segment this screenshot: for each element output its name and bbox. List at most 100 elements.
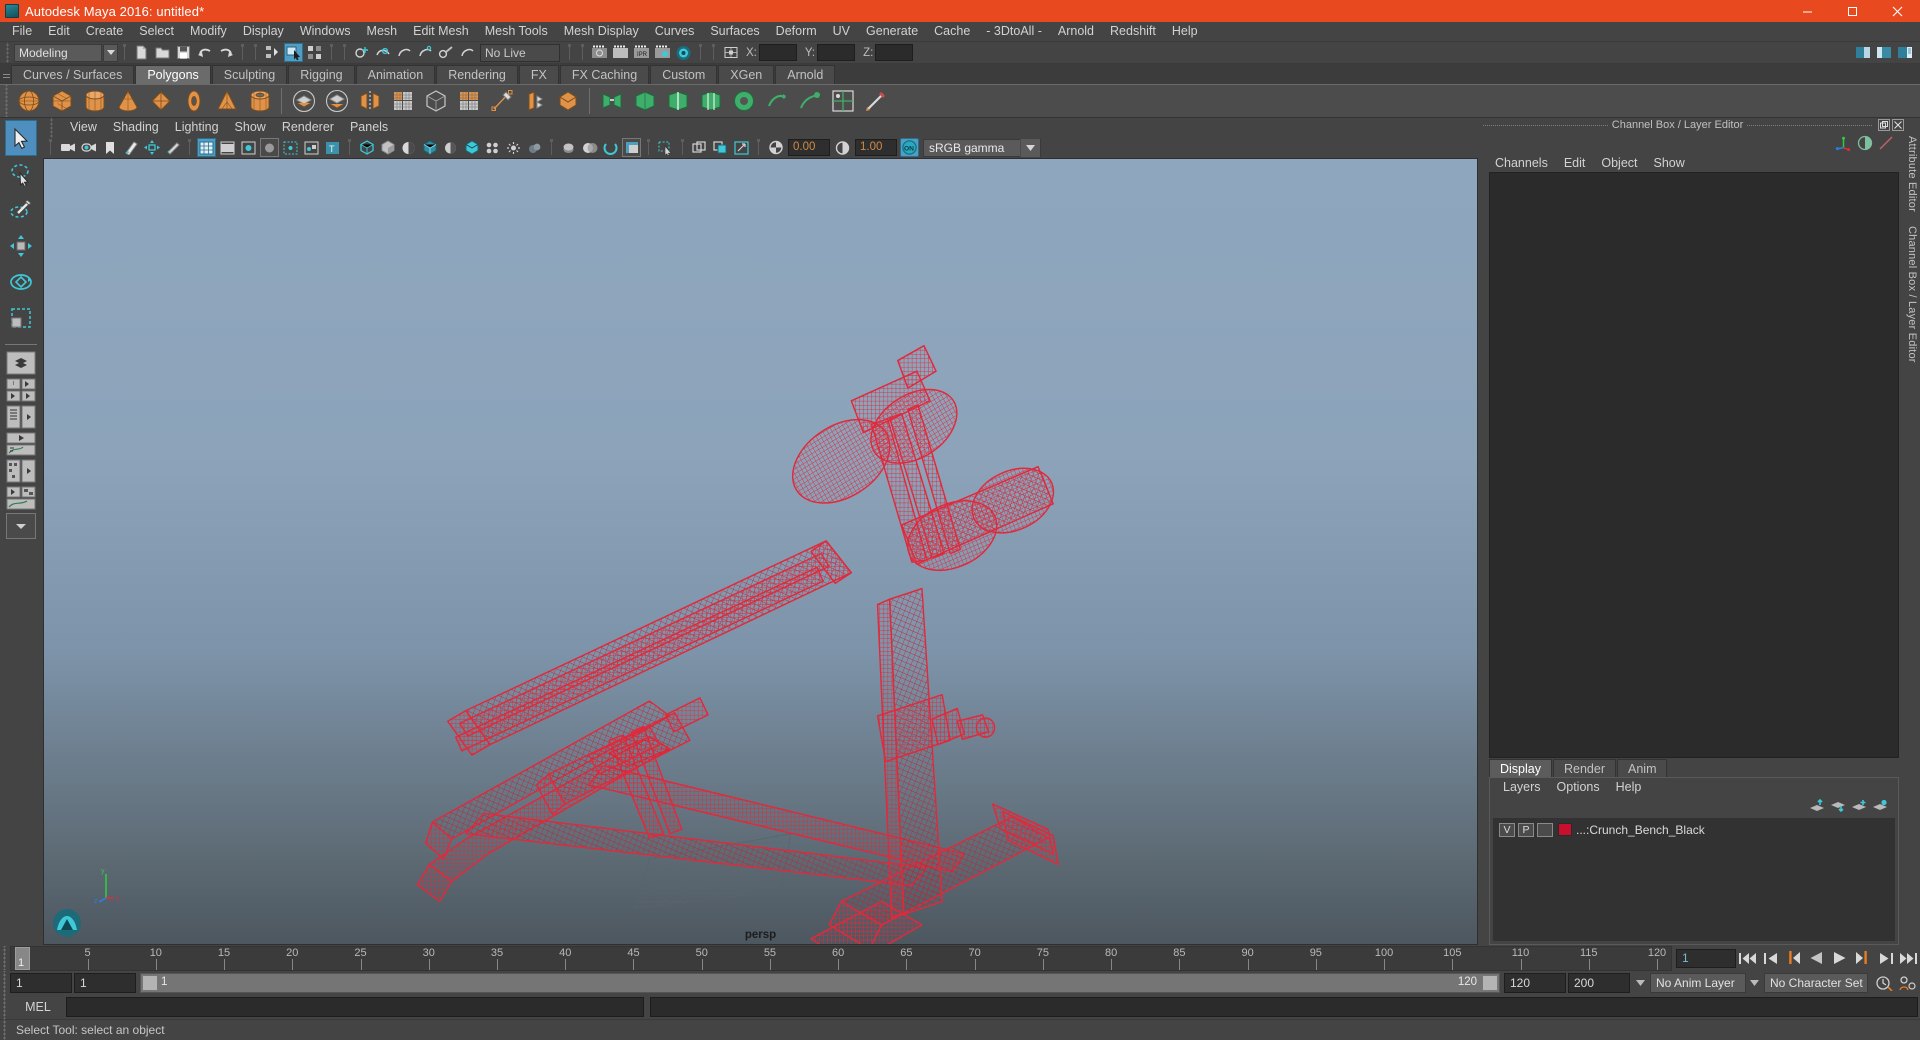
undo-icon[interactable] <box>195 43 214 62</box>
range-slider[interactable]: 1 120 <box>140 973 1500 993</box>
menuset-dropdown-arrow[interactable] <box>103 43 118 62</box>
toggle-attribute-editor-icon[interactable] <box>1876 134 1895 153</box>
offset-edge-loop-icon[interactable] <box>695 86 726 117</box>
tab-anim-layers[interactable]: Anim <box>1617 759 1668 777</box>
poly-cube-icon[interactable] <box>46 86 77 117</box>
step-back-key-icon[interactable] <box>1784 949 1803 968</box>
uv-editor-icon[interactable] <box>827 86 858 117</box>
render-settings-icon[interactable] <box>653 43 672 62</box>
poly-cylinder-icon[interactable] <box>79 86 110 117</box>
exposure-field[interactable]: 0.00 <box>788 139 830 156</box>
command-input-field[interactable] <box>66 997 644 1017</box>
two-d-pan-zoom-icon[interactable] <box>142 138 161 157</box>
time-slider-drag-handle[interactable] <box>0 946 10 970</box>
shelf-tab-polygons[interactable]: Polygons <box>135 65 211 84</box>
script-language-label[interactable]: MEL <box>10 1000 66 1014</box>
viewport-menu-shading[interactable]: Shading <box>105 118 167 137</box>
smooth-icon[interactable] <box>387 86 418 117</box>
shadows-icon[interactable] <box>462 138 481 157</box>
snap-to-grid-icon[interactable] <box>352 43 371 62</box>
scale-tool[interactable] <box>5 300 37 336</box>
shelf-tab-animation[interactable]: Animation <box>355 65 436 84</box>
minimize-button[interactable] <box>1785 0 1830 22</box>
play-forwards-icon[interactable] <box>1830 949 1849 968</box>
menu-cache[interactable]: Cache <box>926 22 978 41</box>
menu-edit[interactable]: Edit <box>40 22 78 41</box>
mirror-geometry-icon[interactable] <box>354 86 385 117</box>
move-layer-up-icon[interactable] <box>1807 797 1826 816</box>
grid-toggle-icon[interactable] <box>197 138 216 157</box>
channel-menu-channels[interactable]: Channels <box>1487 156 1556 170</box>
coord-y-field[interactable] <box>817 44 856 61</box>
layer-visibility-toggle[interactable]: V <box>1499 822 1515 837</box>
shelf-tab-arnold[interactable]: Arnold <box>775 65 836 84</box>
shelf-tab-fx-caching[interactable]: FX Caching <box>559 65 650 84</box>
textures-icon[interactable] <box>420 138 439 157</box>
perspective-viewport[interactable]: y x z persp <box>43 158 1478 945</box>
xray-joints-icon[interactable]: T <box>323 138 342 157</box>
select-object-icon[interactable] <box>284 43 303 62</box>
gate-mask-icon[interactable] <box>260 138 279 157</box>
more-layouts-button[interactable] <box>6 513 36 539</box>
gamma-icon[interactable] <box>833 138 852 157</box>
depth-of-field-icon[interactable] <box>525 138 544 157</box>
layout-preset-single-perspective[interactable] <box>6 351 36 375</box>
menu-file[interactable]: File <box>4 22 40 41</box>
target-weld-icon[interactable] <box>761 86 792 117</box>
playback-end-dropdown-icon[interactable] <box>1632 973 1648 993</box>
poly-pipe-icon[interactable] <box>244 86 275 117</box>
layer-playback-toggle[interactable]: P <box>1518 822 1534 837</box>
combine-icon[interactable] <box>288 86 319 117</box>
grease-pencil-icon[interactable] <box>163 138 182 157</box>
shelf-tab-curves-surfaces[interactable]: Curves / Surfaces <box>11 65 135 84</box>
anim-layer-selector[interactable]: No Anim Layer <box>1650 973 1746 993</box>
paint-select-icon[interactable] <box>860 86 891 117</box>
toggle-channel-box-icon[interactable] <box>1855 134 1874 153</box>
viewport-menu-view[interactable]: View <box>62 118 105 137</box>
xray-display-icon[interactable] <box>580 138 599 157</box>
frame-selection-icon[interactable] <box>732 138 751 157</box>
layer-menu-layers[interactable]: Layers <box>1495 780 1549 794</box>
maximize-button[interactable] <box>1830 0 1875 22</box>
layer-name-label[interactable]: ...:Crunch_Bench_Black <box>1576 823 1705 837</box>
make-live-icon[interactable] <box>457 43 476 62</box>
shelf-row-drag-handle[interactable] <box>2 85 12 117</box>
menu-mesh-display[interactable]: Mesh Display <box>556 22 647 41</box>
sidebar-tool-settings-icon[interactable] <box>1874 43 1893 62</box>
panel-drag-dots-right[interactable] <box>1747 124 1872 126</box>
layer-display-type-toggle[interactable] <box>1537 822 1553 837</box>
viewport-gradient-icon[interactable] <box>622 138 641 157</box>
layer-menu-help[interactable]: Help <box>1608 780 1650 794</box>
layout-preset-outliner-persp[interactable] <box>6 405 36 429</box>
new-layer-from-selected-icon[interactable] <box>1870 797 1889 816</box>
select-tool[interactable] <box>5 120 37 156</box>
go-to-end-icon[interactable] <box>1899 949 1918 968</box>
menu-uv[interactable]: UV <box>825 22 858 41</box>
sidebar-channel-box-icon[interactable] <box>1895 43 1914 62</box>
select-component-icon[interactable] <box>305 43 324 62</box>
ipr-render-icon[interactable]: IPR <box>632 43 651 62</box>
lasso-select-tool[interactable] <box>5 156 37 192</box>
insert-edge-loop-icon[interactable] <box>662 86 693 117</box>
marquee-select-icon[interactable] <box>656 138 675 157</box>
shelf-tab-fx[interactable]: FX <box>518 65 559 84</box>
menu-mesh-tools[interactable]: Mesh Tools <box>477 22 556 41</box>
poly-torus-icon[interactable] <box>178 86 209 117</box>
multi-cut-icon[interactable] <box>486 86 517 117</box>
isolate-objects-icon[interactable] <box>690 138 709 157</box>
time-slider-playhead[interactable]: 1 <box>15 946 30 970</box>
dock-label-attribute-editor[interactable]: Attribute Editor <box>1906 136 1918 212</box>
color-management-selector[interactable]: sRGB gamma <box>923 138 1041 157</box>
anim-layer-dropdown-icon[interactable] <box>1746 973 1762 993</box>
layout-preset-outliner-graph[interactable] <box>6 486 36 510</box>
poly-cone-icon[interactable] <box>112 86 143 117</box>
range-start-field[interactable]: 1 <box>10 973 72 993</box>
coord-z-field[interactable] <box>875 44 914 61</box>
time-slider[interactable]: 1 5 10 15 20 25 30 35 40 45 50 55 60 65 70 75 80 85 90 95 1… <box>10 945 1672 971</box>
lights-icon[interactable] <box>441 138 460 157</box>
shaded-wireframe-icon[interactable] <box>399 138 418 157</box>
extrude-icon[interactable] <box>519 86 550 117</box>
isolate-selected-icon[interactable] <box>711 138 730 157</box>
menu-arnold[interactable]: Arnold <box>1050 22 1102 41</box>
panel-drag-dots-left[interactable] <box>1483 124 1608 126</box>
